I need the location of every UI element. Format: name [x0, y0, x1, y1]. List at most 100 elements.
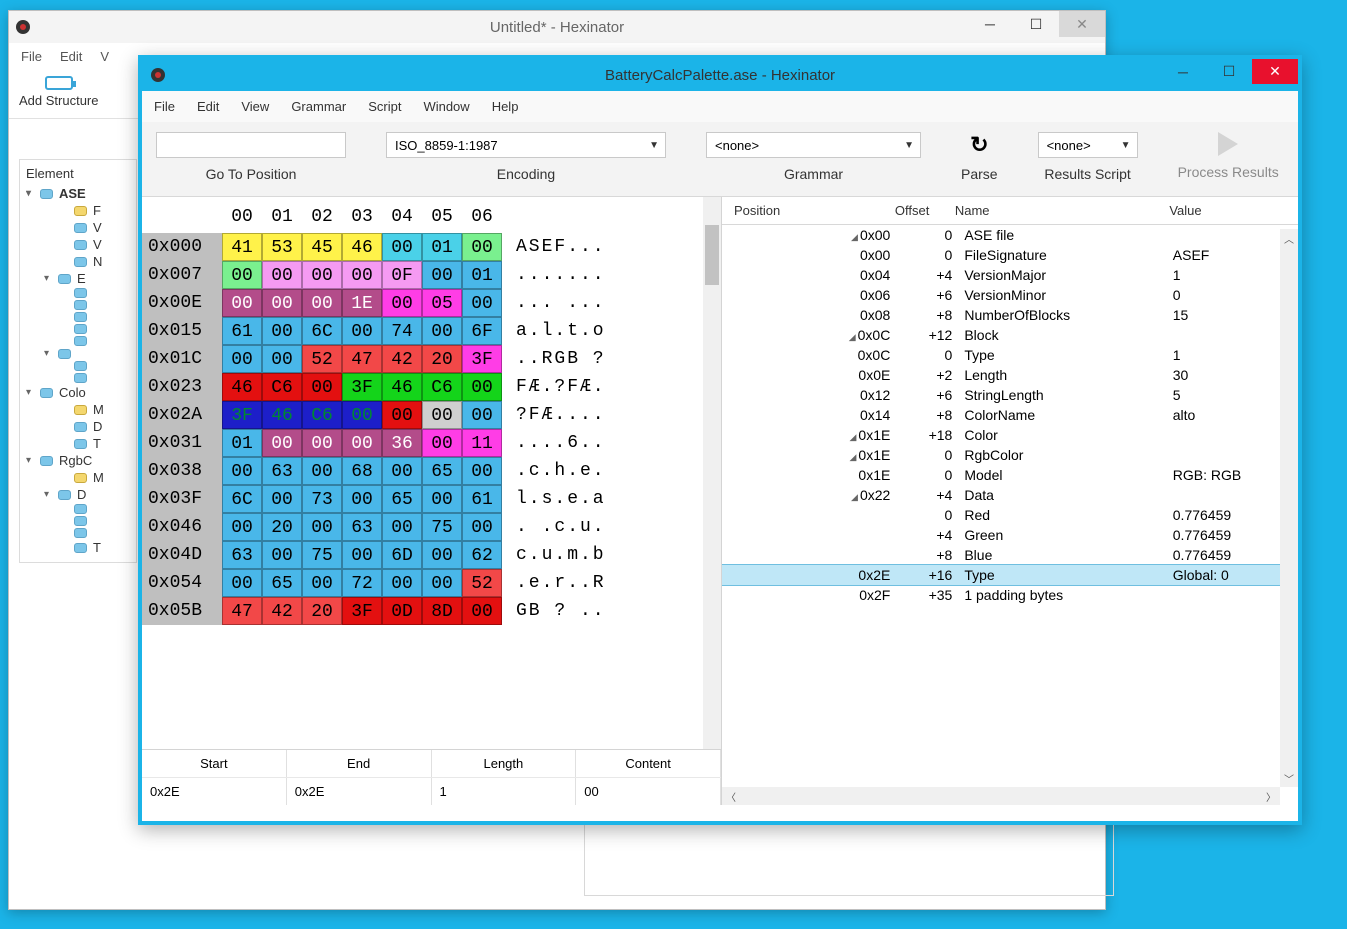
hex-byte[interactable]: 00	[422, 317, 462, 345]
hex-byte[interactable]: 74	[382, 317, 422, 345]
hex-byte[interactable]: 00	[262, 429, 302, 457]
results-row[interactable]: 0x1E0ModelRGB: RGB	[722, 465, 1298, 485]
col-value[interactable]: Value	[1169, 203, 1290, 218]
hex-row[interactable]: 0x03F6C007300650061l.s.e.a	[142, 485, 721, 513]
hex-byte[interactable]: 0F	[382, 261, 422, 289]
hex-byte[interactable]: 65	[262, 569, 302, 597]
hex-byte[interactable]: 00	[262, 541, 302, 569]
hex-byte[interactable]: 00	[422, 541, 462, 569]
hex-byte[interactable]: 75	[302, 541, 342, 569]
hex-byte[interactable]: 01	[462, 261, 502, 289]
results-row[interactable]: 0x0E+2Length30	[722, 365, 1298, 385]
hex-byte[interactable]: 63	[222, 541, 262, 569]
menu-help[interactable]: Help	[492, 99, 519, 114]
results-row[interactable]: 0x2F+351 padding bytes	[722, 585, 1298, 605]
scrollbar-thumb[interactable]	[705, 225, 719, 285]
hex-row[interactable]: 0x05400650072000052.e.r..R	[142, 569, 721, 597]
tree-item[interactable]: N	[26, 253, 130, 270]
process-results-button[interactable]: Process Results	[1178, 132, 1279, 180]
hex-byte[interactable]: 00	[382, 233, 422, 261]
hex-byte[interactable]: 00	[262, 345, 302, 373]
menu-window[interactable]: Window	[423, 99, 469, 114]
results-scrollbar-vertical[interactable]: ︿ ﹀	[1280, 229, 1298, 787]
hex-byte[interactable]: 00	[342, 261, 382, 289]
results-row[interactable]: 0x0C0Type1	[722, 345, 1298, 365]
hex-byte[interactable]: 01	[422, 233, 462, 261]
tree-item[interactable]: ▾RgbC	[26, 452, 130, 469]
results-row[interactable]: 0x000FileSignatureASEF	[722, 245, 1298, 265]
hex-byte[interactable]: 00	[342, 485, 382, 513]
hex-byte[interactable]: 20	[422, 345, 462, 373]
hex-byte[interactable]: 00	[382, 569, 422, 597]
results-row[interactable]: +8Blue0.776459	[722, 545, 1298, 565]
tree-item[interactable]: ▾D	[26, 486, 130, 503]
results-row[interactable]: 0x06+6VersionMinor0	[722, 285, 1298, 305]
add-structure-button[interactable]: Add Structure	[19, 76, 99, 108]
hex-byte[interactable]: 00	[462, 373, 502, 401]
results-row[interactable]: 0x2E+16TypeGlobal: 0	[722, 565, 1298, 585]
col-position[interactable]: Position	[734, 203, 895, 218]
hex-row[interactable]: 0x05B4742203F0D8D00GB ? ..	[142, 597, 721, 625]
hex-byte[interactable]: 01	[222, 429, 262, 457]
results-row[interactable]: ◢0x0C+12Block	[722, 325, 1298, 345]
hex-byte[interactable]: 0D	[382, 597, 422, 625]
hex-byte[interactable]: 52	[302, 345, 342, 373]
tree-item[interactable]	[26, 372, 130, 384]
front-titlebar[interactable]: BatteryCalcPalette.ase - Hexinator ─ ☐ ✕	[142, 59, 1298, 91]
hex-byte[interactable]: 00	[462, 289, 502, 317]
expand-icon[interactable]: ◢	[848, 492, 858, 503]
tree-item[interactable]	[26, 311, 130, 323]
hex-row[interactable]: 0x04D630075006D0062c.u.m.b	[142, 541, 721, 569]
hex-byte[interactable]: 00	[342, 541, 382, 569]
hex-byte[interactable]: 00	[422, 401, 462, 429]
hex-byte[interactable]: 00	[222, 261, 262, 289]
hex-byte[interactable]: 00	[262, 485, 302, 513]
tree-item[interactable]: ▾	[26, 347, 130, 360]
hex-byte[interactable]: 00	[422, 261, 462, 289]
tree-item[interactable]	[26, 527, 130, 539]
hex-byte[interactable]: 00	[462, 513, 502, 541]
hex-byte[interactable]: 73	[302, 485, 342, 513]
results-row[interactable]: ◢0x1E0RgbColor	[722, 445, 1298, 465]
hex-byte[interactable]: 46	[382, 373, 422, 401]
hex-byte[interactable]: 00	[422, 429, 462, 457]
maximize-button[interactable]: ☐	[1013, 11, 1059, 37]
tree-item[interactable]	[26, 360, 130, 372]
hex-byte[interactable]: 00	[302, 457, 342, 485]
hex-byte[interactable]: 00	[462, 597, 502, 625]
hex-byte[interactable]: 45	[302, 233, 342, 261]
tree-item[interactable]	[26, 335, 130, 347]
hex-byte[interactable]: 72	[342, 569, 382, 597]
hex-byte[interactable]: 00	[382, 513, 422, 541]
results-row[interactable]: 0x12+6StringLength5	[722, 385, 1298, 405]
results-row[interactable]: 0x08+8NumberOfBlocks15	[722, 305, 1298, 325]
expand-icon[interactable]: ◢	[848, 232, 858, 243]
hex-byte[interactable]: 00	[302, 261, 342, 289]
close-button[interactable]: ✕	[1059, 11, 1105, 37]
hex-byte[interactable]: 00	[302, 289, 342, 317]
close-button[interactable]: ✕	[1252, 59, 1298, 84]
expand-icon[interactable]: ◢	[846, 452, 856, 463]
hex-byte[interactable]: 00	[222, 513, 262, 541]
hex-row[interactable]: 0x00E0000001E000500... ...	[142, 289, 721, 317]
tree-item[interactable]: T	[26, 539, 130, 556]
hex-byte[interactable]: 3F	[222, 401, 262, 429]
hex-byte[interactable]: 63	[342, 513, 382, 541]
tree-item[interactable]: F	[26, 202, 130, 219]
hex-byte[interactable]: 61	[222, 317, 262, 345]
tree-item[interactable]	[26, 299, 130, 311]
expand-icon[interactable]: ◢	[846, 432, 856, 443]
maximize-button[interactable]: ☐	[1206, 59, 1252, 84]
tree-item[interactable]: T	[26, 435, 130, 452]
tree-item[interactable]: ▾Colo	[26, 384, 130, 401]
hex-byte[interactable]: 05	[422, 289, 462, 317]
tree-item[interactable]: ▾E	[26, 270, 130, 287]
menu-edit[interactable]: Edit	[60, 49, 82, 64]
tree-item[interactable]: ▾ASE	[26, 185, 130, 202]
minimize-button[interactable]: ─	[967, 11, 1013, 37]
hex-byte[interactable]: C6	[302, 401, 342, 429]
menu-truncated[interactable]: V	[100, 49, 109, 64]
hex-row[interactable]: 0x02A3F46C600000000?FÆ....	[142, 401, 721, 429]
hex-row[interactable]: 0x02346C6003F46C600FÆ.?FÆ.	[142, 373, 721, 401]
results-scrollbar-horizontal[interactable]: 〈 〉	[722, 787, 1280, 805]
